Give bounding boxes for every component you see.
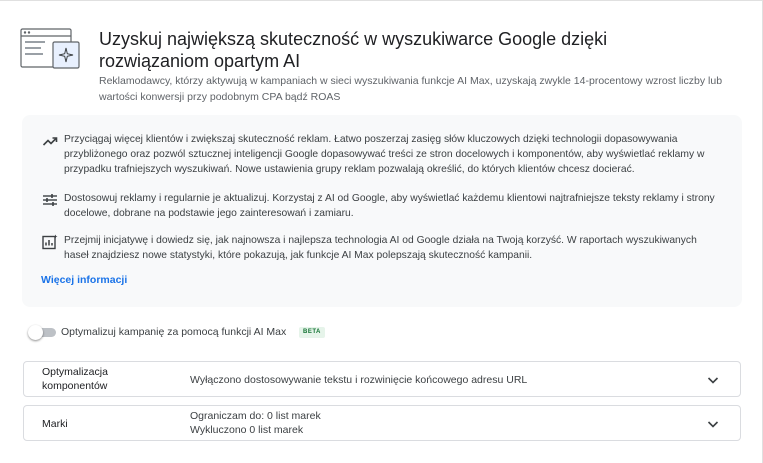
ai-max-toggle[interactable]: [28, 325, 56, 340]
setting-panel-asset-optimization[interactable]: Optymalizacja komponentów Wyłączono dost…: [23, 361, 741, 397]
feature-text: Przejmij inicjatywę i dowiedz się, jak n…: [64, 235, 697, 261]
ai-max-toggle-label: Optymalizuj kampanię za pomocą funkcji A…: [61, 326, 287, 338]
chevron-down-icon[interactable]: [706, 373, 720, 387]
setting-name: Marki: [42, 418, 68, 430]
setting-name: Optymalizacja komponentów: [42, 366, 108, 392]
browser-sparkle-illustration: [20, 28, 80, 69]
feature-text: Przyciągaj więcej klientów i zwiększaj s…: [64, 134, 705, 175]
ai-max-toggle-row: Optymalizuj kampanię za pomocą funkcji A…: [28, 323, 428, 341]
setting-panel-brands[interactable]: Marki Ograniczam do: 0 list marek Wykluc…: [23, 405, 741, 441]
page-subtitle: Reklamodawcy, którzy aktywują w kampania…: [99, 75, 723, 103]
trending-up-icon: [42, 137, 58, 146]
feature-item-insights: Przejmij inicjatywę i dowiedz się, jak n…: [42, 233, 722, 265]
setting-value: Wyłączono dostosowywanie tekstu i rozwin…: [190, 374, 528, 386]
setting-value: Ograniczam do: 0 list marek: [190, 410, 321, 422]
learn-more-link[interactable]: Więcej informacji: [41, 274, 127, 286]
feature-item-customize: Dostosowuj reklamy i regularnie je aktua…: [42, 191, 722, 223]
feature-item-reach: Przyciągaj więcej klientów i zwiększaj s…: [42, 132, 722, 180]
beta-badge: BETA: [299, 327, 325, 338]
insights-chart-icon: [42, 234, 58, 250]
page-title: Uzyskuj największą skuteczność w wyszuki…: [99, 29, 608, 71]
features-info-box: Przyciągaj więcej klientów i zwiększaj s…: [22, 115, 742, 307]
ai-max-card: Uzyskuj największą skuteczność w wyszuki…: [0, 0, 763, 463]
feature-text: Dostosowuj reklamy i regularnie je aktua…: [64, 193, 715, 219]
toggle-knob: [28, 325, 43, 340]
tune-icon: [43, 194, 57, 206]
chevron-down-icon[interactable]: [706, 417, 720, 431]
setting-value: Wykluczono 0 list marek: [190, 424, 304, 436]
